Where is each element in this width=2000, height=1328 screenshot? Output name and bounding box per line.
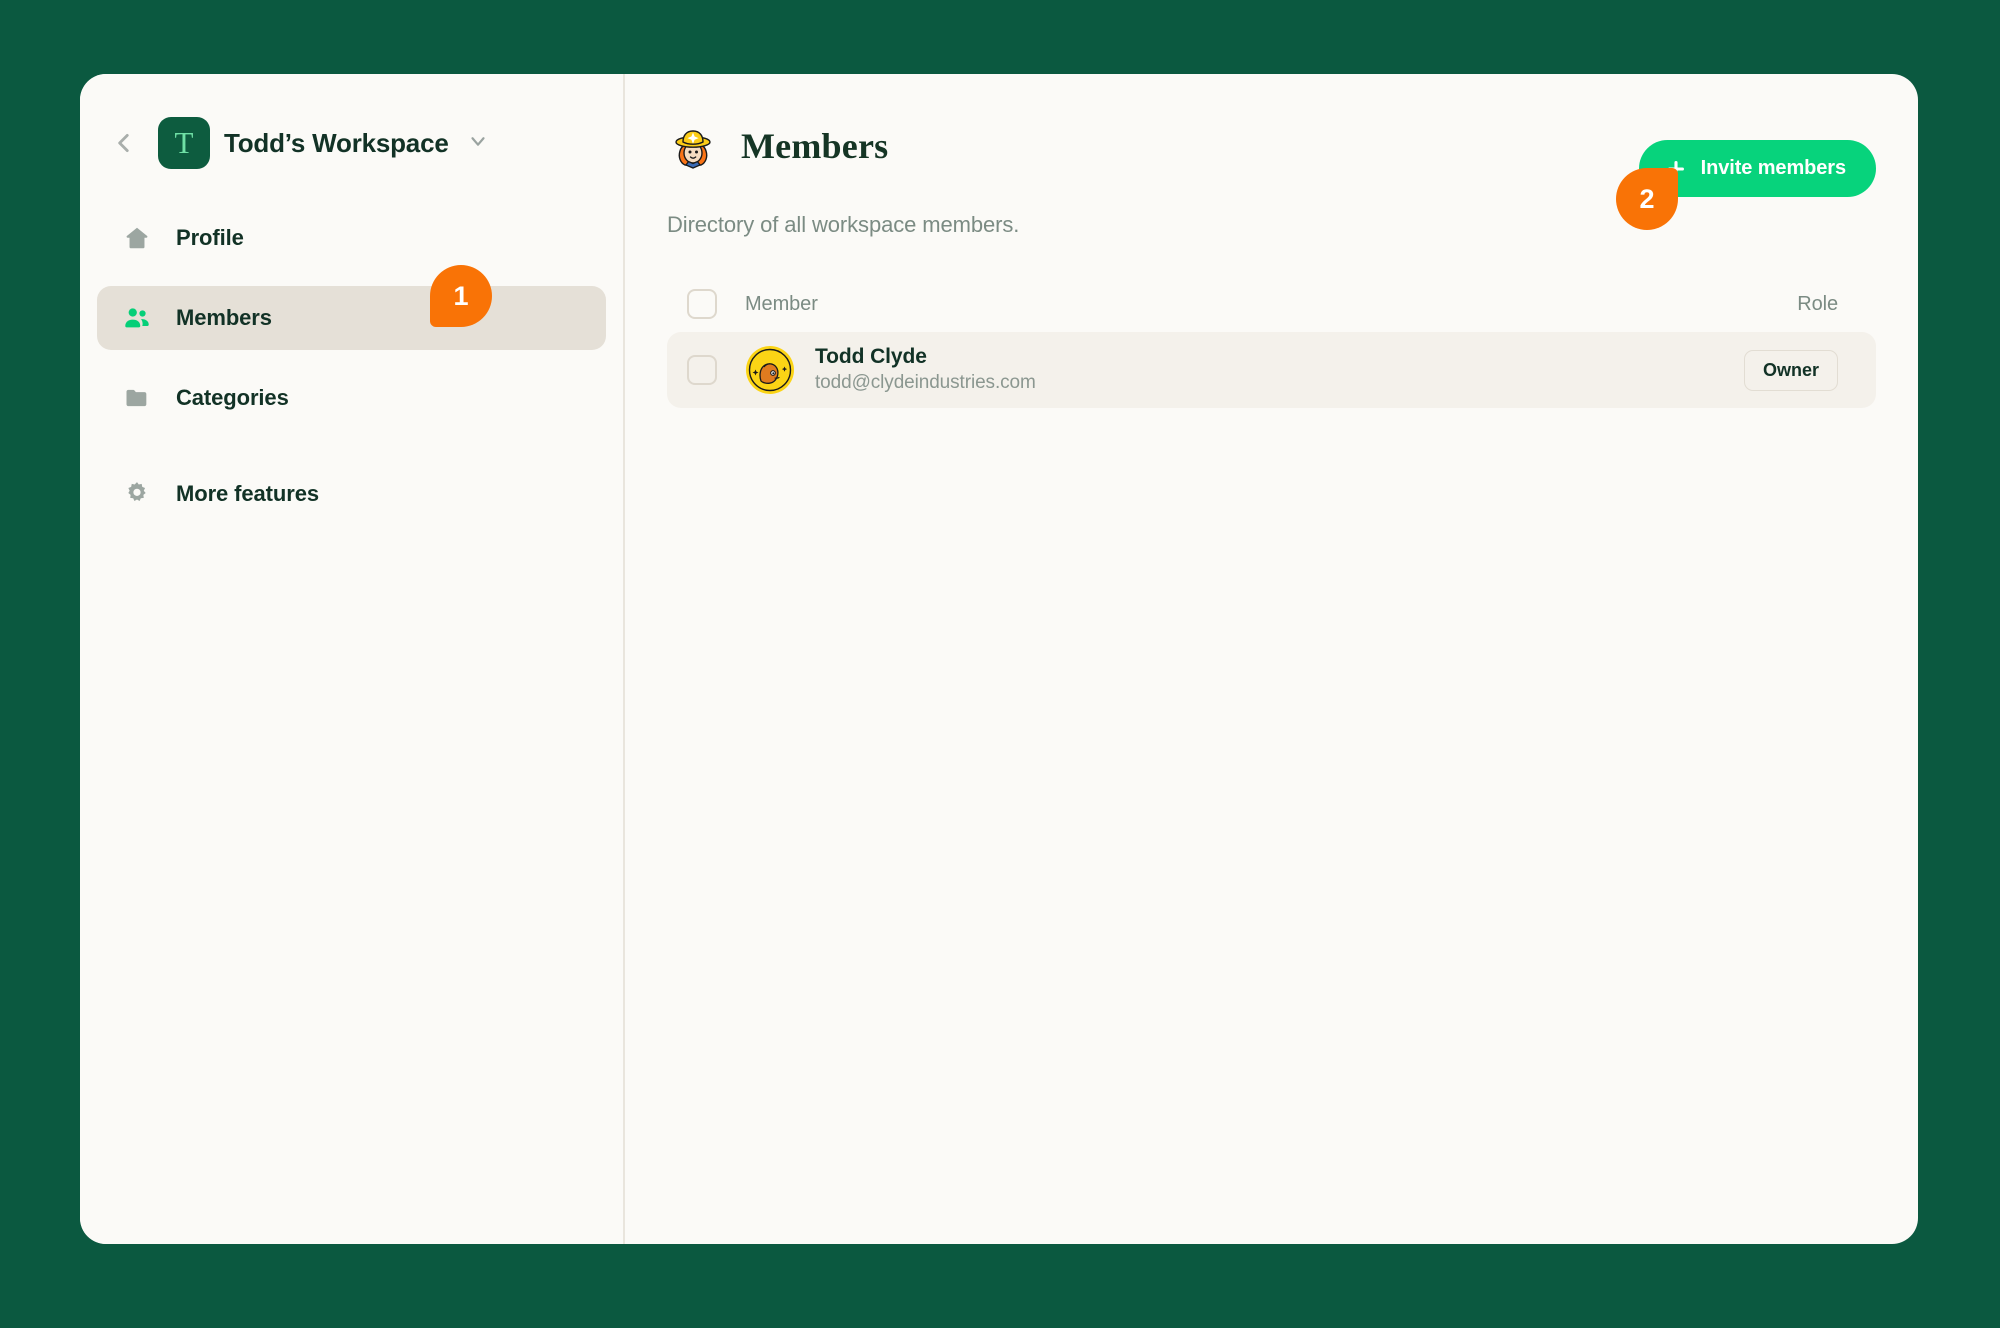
workspace-header: T Todd’s Workspace <box>80 74 623 180</box>
sidebar-item-more-features[interactable]: More features <box>97 462 606 526</box>
sidebar-item-categories[interactable]: Categories <box>97 366 606 430</box>
members-table: Member Role Todd Clyde todd@clydeindustr… <box>667 276 1876 408</box>
sidebar-item-label: Categories <box>176 385 289 410</box>
sidebar-nav: Profile Members Categories More features <box>80 206 623 526</box>
main-content: Members Invite members Directory of all … <box>625 74 1918 1244</box>
workspace-switcher-button[interactable] <box>467 130 489 157</box>
workspace-name[interactable]: Todd’s Workspace <box>224 128 449 159</box>
app-window: T Todd’s Workspace Profile Members Categ… <box>80 74 1918 1244</box>
page-subtitle: Directory of all workspace members. <box>667 212 1020 237</box>
sidebar-item-profile[interactable]: Profile <box>97 206 606 270</box>
callout-badge-1: 1 <box>430 265 492 327</box>
folder-icon <box>122 383 152 413</box>
user-avatar-icon <box>745 345 795 395</box>
chevron-down-icon <box>467 130 489 157</box>
table-header-row: Member Role <box>667 276 1876 332</box>
back-button[interactable] <box>104 123 144 163</box>
page-title: Members <box>741 126 889 166</box>
member-email: todd@clydeindustries.com <box>815 372 1036 394</box>
invite-members-label: Invite members <box>1700 157 1846 179</box>
sidebar-item-label: Members <box>176 305 272 330</box>
home-icon <box>122 223 152 253</box>
chevron-left-icon <box>111 130 137 156</box>
sidebar: T Todd’s Workspace Profile Members Categ… <box>80 74 625 1244</box>
workspace-logo[interactable]: T <box>158 117 210 169</box>
column-header-member: Member <box>745 292 818 315</box>
select-all-checkbox[interactable] <box>687 289 717 319</box>
member-name: Todd Clyde <box>815 345 927 369</box>
sidebar-item-members[interactable]: Members <box>97 286 606 350</box>
gear-icon <box>122 479 152 509</box>
sidebar-item-label: Profile <box>176 225 244 250</box>
callout-badge-2: 2 <box>1616 168 1678 230</box>
workspace-logo-letter: T <box>174 124 194 160</box>
role-badge[interactable]: Owner <box>1743 349 1838 391</box>
people-icon <box>122 303 152 333</box>
sidebar-item-label: More features <box>176 481 319 506</box>
row-checkbox[interactable] <box>687 355 717 385</box>
cowgirl-avatar-icon <box>667 120 719 172</box>
table-row[interactable]: Todd Clyde todd@clydeindustries.com Owne… <box>667 332 1876 408</box>
column-header-role: Role <box>1797 292 1838 315</box>
